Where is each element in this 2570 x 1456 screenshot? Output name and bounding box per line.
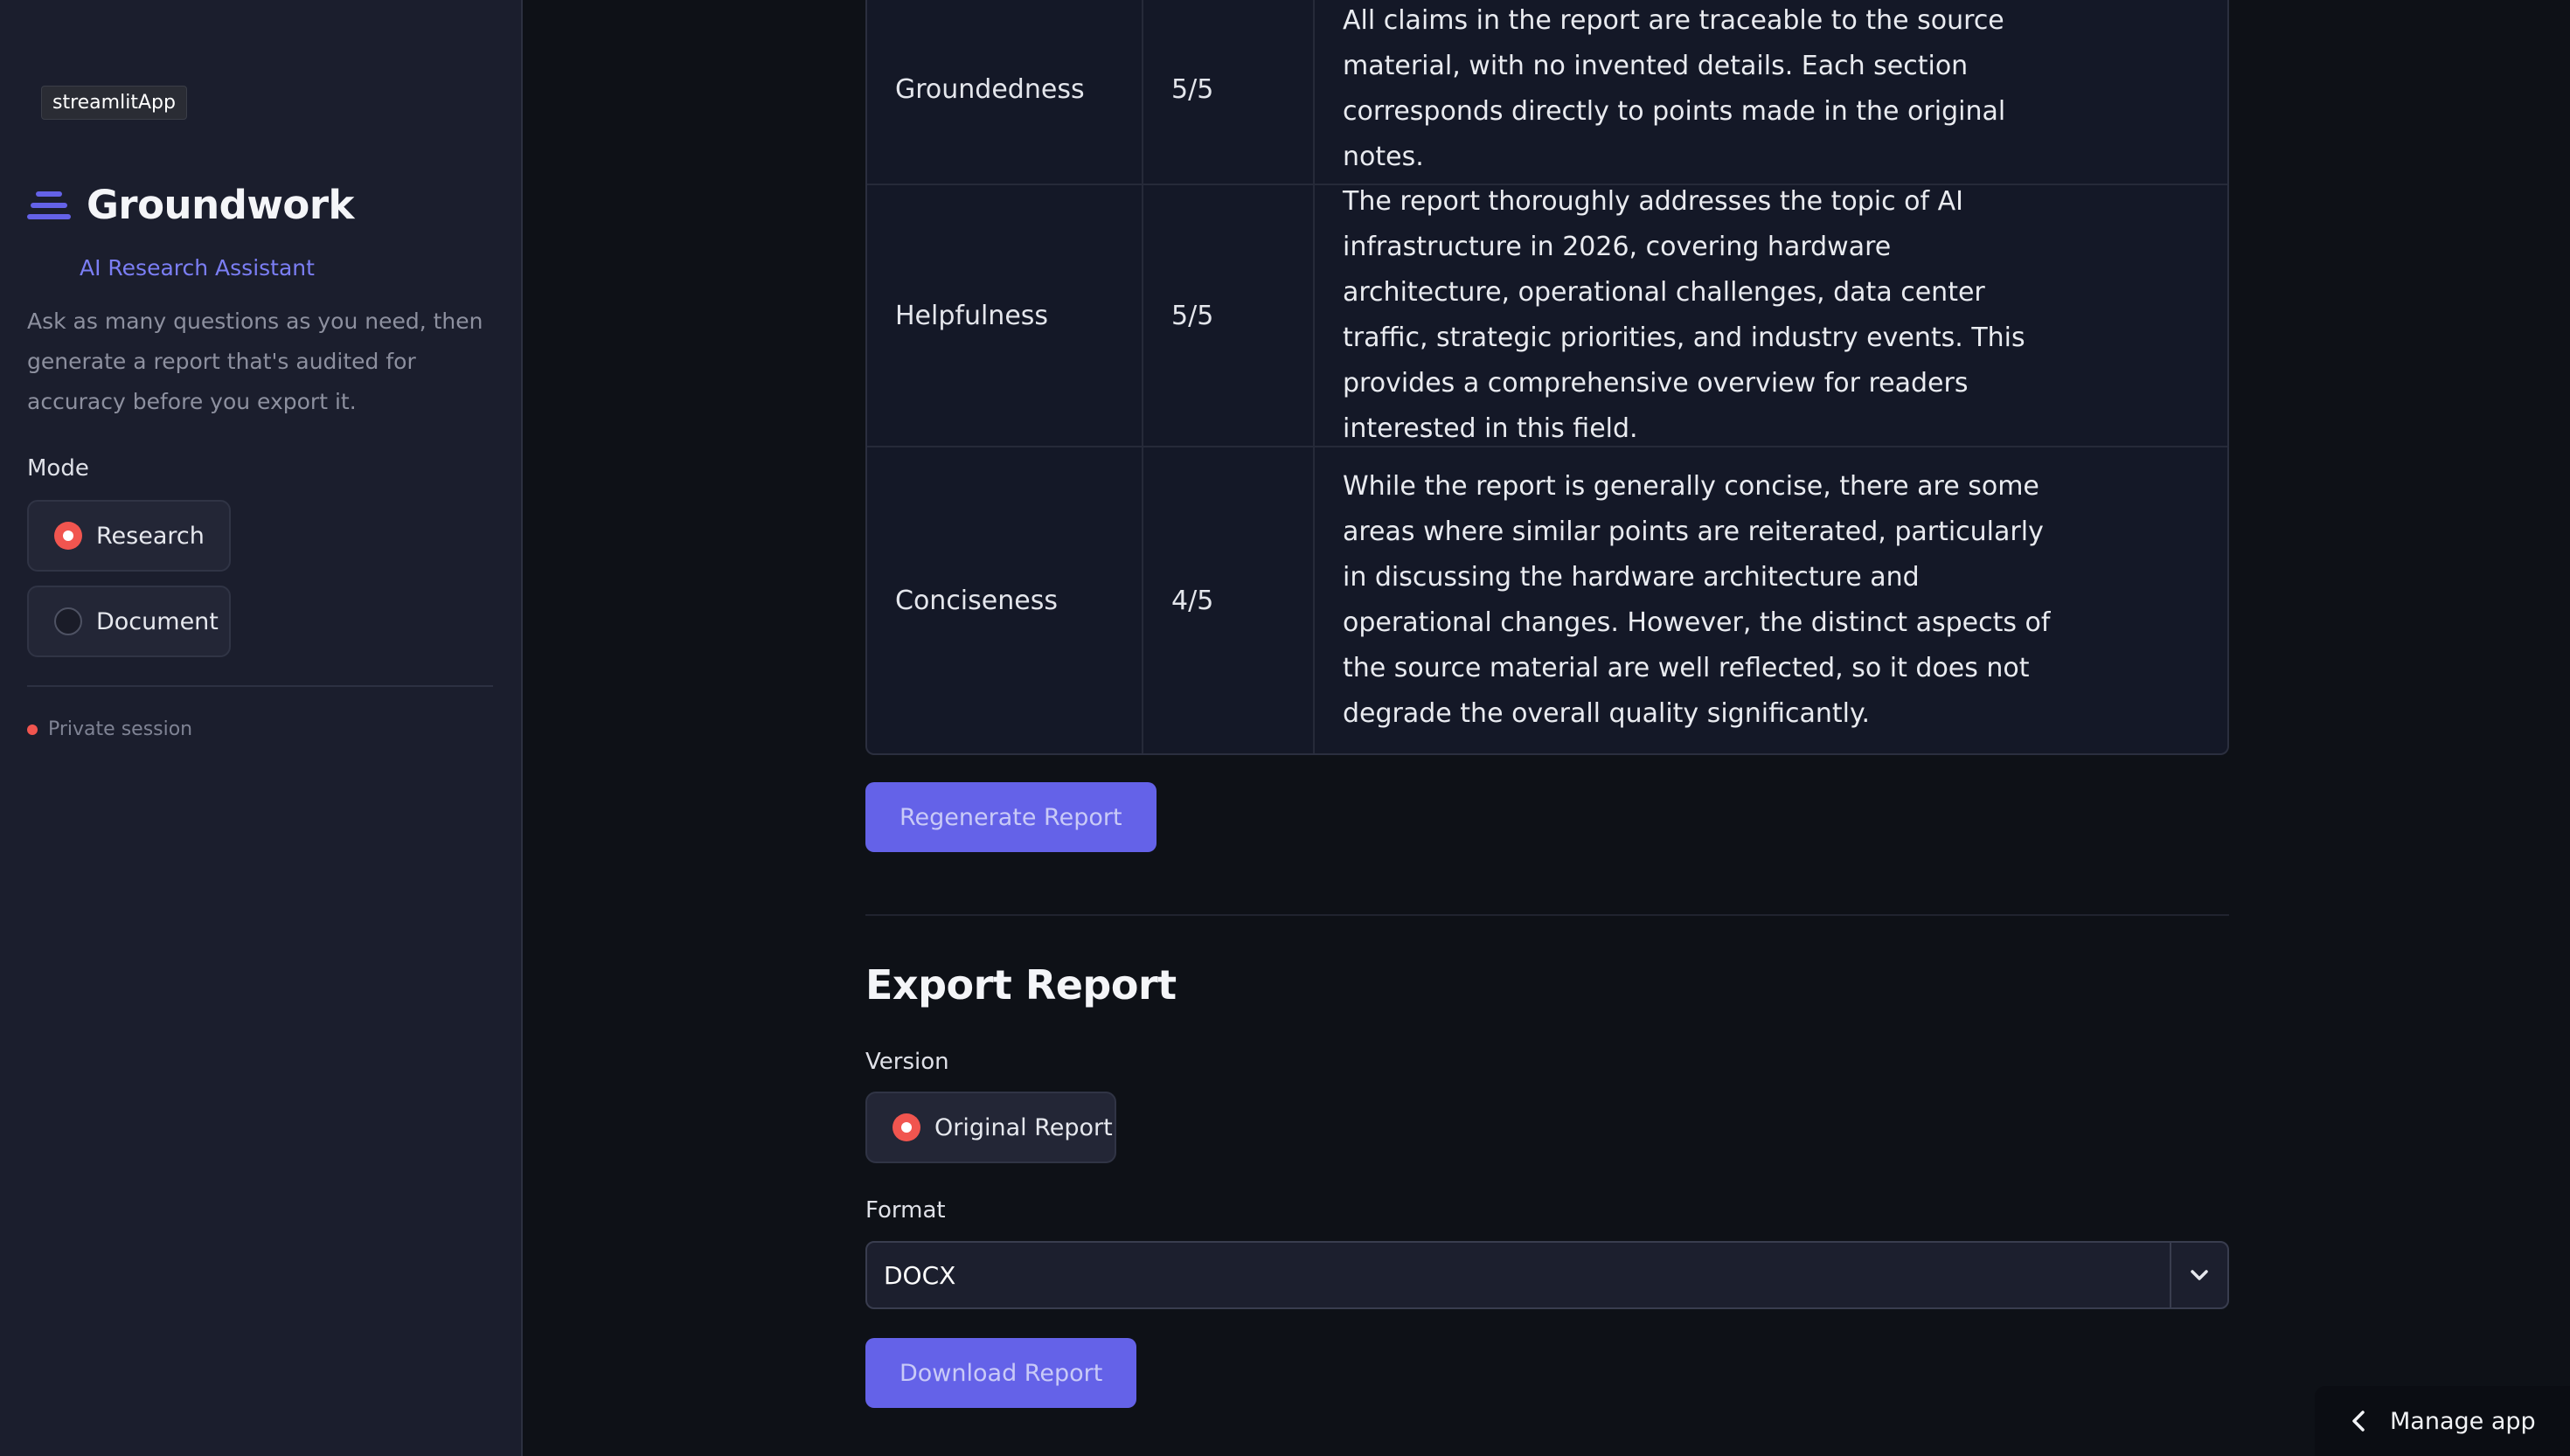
session-status-label: Private session	[48, 718, 193, 740]
chevron-down-icon[interactable]	[2171, 1243, 2227, 1307]
mode-label: Mode	[27, 455, 89, 482]
regenerate-report-button[interactable]: Regenerate Report	[865, 782, 1156, 852]
mode-option-document[interactable]: Document	[27, 586, 231, 657]
brand-title: Groundwork	[87, 182, 354, 228]
table-row: Conciseness 4/5 While the report is gene…	[867, 446, 2227, 753]
brand-header: Groundwork	[27, 182, 354, 228]
sidebar-divider	[27, 685, 493, 687]
main-content: Groundedness 5/5 All claims in the repor…	[524, 0, 2570, 1456]
sidebar: streamlitApp Groundwork AI Research Assi…	[0, 0, 523, 1456]
sidebar-description: Ask as many questions as you need, then …	[27, 309, 483, 414]
session-status: Private session	[27, 718, 192, 740]
brand-subtitle: AI Research Assistant	[80, 255, 315, 281]
metric-cell: Groundedness	[867, 0, 1143, 184]
download-report-button[interactable]: Download Report	[865, 1338, 1137, 1408]
version-option-original[interactable]: Original Report	[865, 1092, 1116, 1163]
version-option-label: Original Report	[934, 1113, 1113, 1141]
manage-app-button[interactable]: Manage app	[2315, 1386, 2570, 1456]
metric-cell: Conciseness	[867, 447, 1143, 753]
export-report-title: Export Report	[865, 961, 1177, 1009]
mode-option-research[interactable]: Research	[27, 500, 231, 572]
chevron-left-icon	[2352, 1411, 2365, 1432]
table-row: Groundedness 5/5 All claims in the repor…	[867, 0, 2227, 184]
radio-unselected-icon	[54, 607, 82, 635]
mode-option-label: Research	[96, 522, 205, 550]
status-dot-icon	[27, 724, 38, 735]
comment-cell: While the report is generally concise, t…	[1343, 471, 2051, 729]
format-label: Format	[865, 1197, 946, 1224]
stack-icon	[27, 191, 71, 219]
comment-cell: The report thoroughly addresses the topi…	[1343, 186, 2025, 444]
metric-cell: Helpfulness	[867, 185, 1143, 446]
format-select-value: DOCX	[867, 1243, 2171, 1307]
manage-app-label: Manage app	[2390, 1407, 2536, 1435]
comment-cell: All claims in the report are traceable t…	[1343, 5, 2006, 172]
format-select[interactable]: DOCX	[865, 1241, 2229, 1309]
app-tag: streamlitApp	[41, 86, 187, 120]
score-cell: 4/5	[1143, 447, 1315, 753]
score-cell: 5/5	[1143, 185, 1315, 446]
version-label: Version	[865, 1049, 949, 1075]
table-row: Helpfulness 5/5 The report thoroughly ad…	[867, 184, 2227, 446]
audit-table: Groundedness 5/5 All claims in the repor…	[865, 0, 2229, 755]
radio-selected-icon	[893, 1113, 920, 1141]
score-cell: 5/5	[1143, 0, 1315, 184]
mode-option-label: Document	[96, 607, 219, 635]
section-divider	[865, 914, 2229, 916]
radio-selected-icon	[54, 522, 82, 550]
